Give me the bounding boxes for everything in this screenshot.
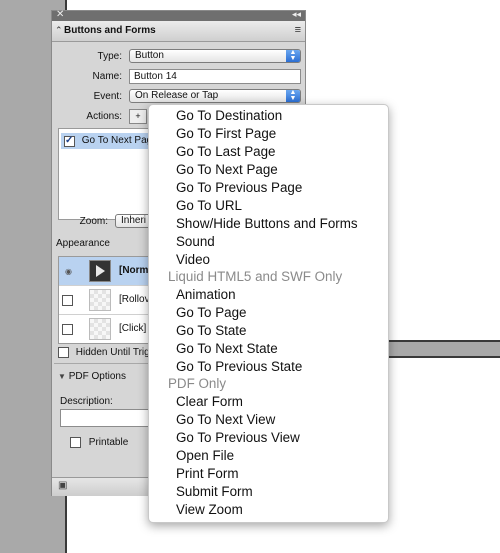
hidden-until-triggered-label: Hidden Until Trigg xyxy=(75,347,156,359)
panel-menu-icon[interactable]: ≡ xyxy=(295,24,301,36)
click-checkbox[interactable] xyxy=(62,324,73,335)
close-icon[interactable]: ✕ xyxy=(56,9,64,20)
menu-item-go-to-next-page[interactable]: Go To Next Page xyxy=(176,161,278,179)
plus-icon: + xyxy=(135,111,141,121)
event-select[interactable]: On Release or Tap ▲ ▼ xyxy=(129,89,301,103)
panel-titlebar[interactable]: ⌃ Buttons and Forms ≡ xyxy=(52,21,305,42)
collapse-icon[interactable]: ◂◂ xyxy=(292,9,301,20)
menu-item-go-to-destination[interactable]: Go To Destination xyxy=(176,107,282,125)
event-row: Event: On Release or Tap ▲ ▼ xyxy=(52,89,307,105)
action-menu: Go To Destination Go To First Page Go To… xyxy=(148,104,389,523)
panel-title: Buttons and Forms xyxy=(64,25,156,36)
printable-checkbox[interactable] xyxy=(70,437,81,448)
menu-item-go-to-state[interactable]: Go To State xyxy=(176,322,246,340)
rollover-state-thumbnail xyxy=(89,289,111,311)
menu-item-open-file[interactable]: Open File xyxy=(176,447,234,465)
menu-item-go-to-next-state[interactable]: Go To Next State xyxy=(176,340,278,358)
name-label: Name: xyxy=(92,71,122,82)
disclosure-triangle-icon: ▼ xyxy=(58,372,66,381)
document-frame-edge xyxy=(387,340,500,358)
menu-item-go-to-last-page[interactable]: Go To Last Page xyxy=(176,143,276,161)
menu-header-pdf-only: PDF Only xyxy=(168,376,227,391)
menu-item-go-to-url[interactable]: Go To URL xyxy=(176,197,242,215)
menu-item-animation[interactable]: Animation xyxy=(176,286,236,304)
name-value: Button 14 xyxy=(134,71,177,82)
menu-item-show-hide-buttons-and-forms[interactable]: Show/Hide Buttons and Forms xyxy=(176,215,358,233)
event-value: On Release or Tap xyxy=(135,90,219,101)
action-enabled-checkbox[interactable] xyxy=(64,133,75,149)
menu-item-go-to-page[interactable]: Go To Page xyxy=(176,304,246,322)
menu-item-view-zoom[interactable]: View Zoom xyxy=(176,501,243,519)
type-value: Button xyxy=(135,50,164,61)
name-row: Name: Button 14 xyxy=(52,69,307,85)
panel-chrome: ✕ ◂◂ xyxy=(52,9,305,21)
preview-icon[interactable]: ▣ xyxy=(58,480,67,491)
menu-item-go-to-previous-state[interactable]: Go To Previous State xyxy=(176,358,302,376)
event-label: Event: xyxy=(93,91,122,102)
type-select[interactable]: Button ▲ ▼ xyxy=(129,49,301,63)
appearance-heading: Appearance xyxy=(56,238,110,249)
action-item-label: Go To Next Pag xyxy=(81,135,153,146)
description-label: Description: xyxy=(60,396,113,407)
menu-item-go-to-next-view[interactable]: Go To Next View xyxy=(176,411,275,429)
menu-item-print-form[interactable]: Print Form xyxy=(176,465,239,483)
visibility-icon[interactable]: ◉ xyxy=(65,267,72,276)
select-arrows-icon: ▲ ▼ xyxy=(286,89,300,102)
zoom-value: Inheri xyxy=(121,215,147,226)
appearance-state-label: [Click] xyxy=(119,323,147,334)
menu-item-go-to-previous-page[interactable]: Go To Previous Page xyxy=(176,179,302,197)
description-field[interactable] xyxy=(60,409,155,427)
type-label: Type: xyxy=(97,51,122,62)
menu-item-submit-form[interactable]: Submit Form xyxy=(176,483,253,501)
zoom-label: Zoom: xyxy=(79,216,108,227)
menu-item-video[interactable]: Video xyxy=(176,251,210,269)
name-field[interactable]: Button 14 xyxy=(129,69,301,84)
printable-label: Printable xyxy=(88,437,129,449)
type-row: Type: Button ▲ ▼ xyxy=(52,49,307,65)
menu-item-go-to-previous-view[interactable]: Go To Previous View xyxy=(176,429,300,447)
menu-item-sound[interactable]: Sound xyxy=(176,233,215,251)
select-arrows-icon: ▲ ▼ xyxy=(286,49,300,62)
menu-item-clear-form[interactable]: Clear Form xyxy=(176,393,243,411)
add-action-button[interactable]: + xyxy=(129,109,147,124)
actions-label: Actions: xyxy=(86,111,122,122)
normal-state-thumbnail xyxy=(89,260,111,282)
menu-header-liquid-html5-swf: Liquid HTML5 and SWF Only xyxy=(168,269,343,284)
rollover-checkbox[interactable] xyxy=(62,295,73,306)
play-icon xyxy=(96,265,105,277)
menu-item-go-to-first-page[interactable]: Go To First Page xyxy=(176,125,276,143)
chevron-icon[interactable]: ⌃ xyxy=(55,25,63,36)
click-state-thumbnail xyxy=(89,318,111,340)
hidden-until-triggered-checkbox[interactable] xyxy=(58,347,69,358)
pdf-options-label: PDF Options xyxy=(68,371,126,382)
